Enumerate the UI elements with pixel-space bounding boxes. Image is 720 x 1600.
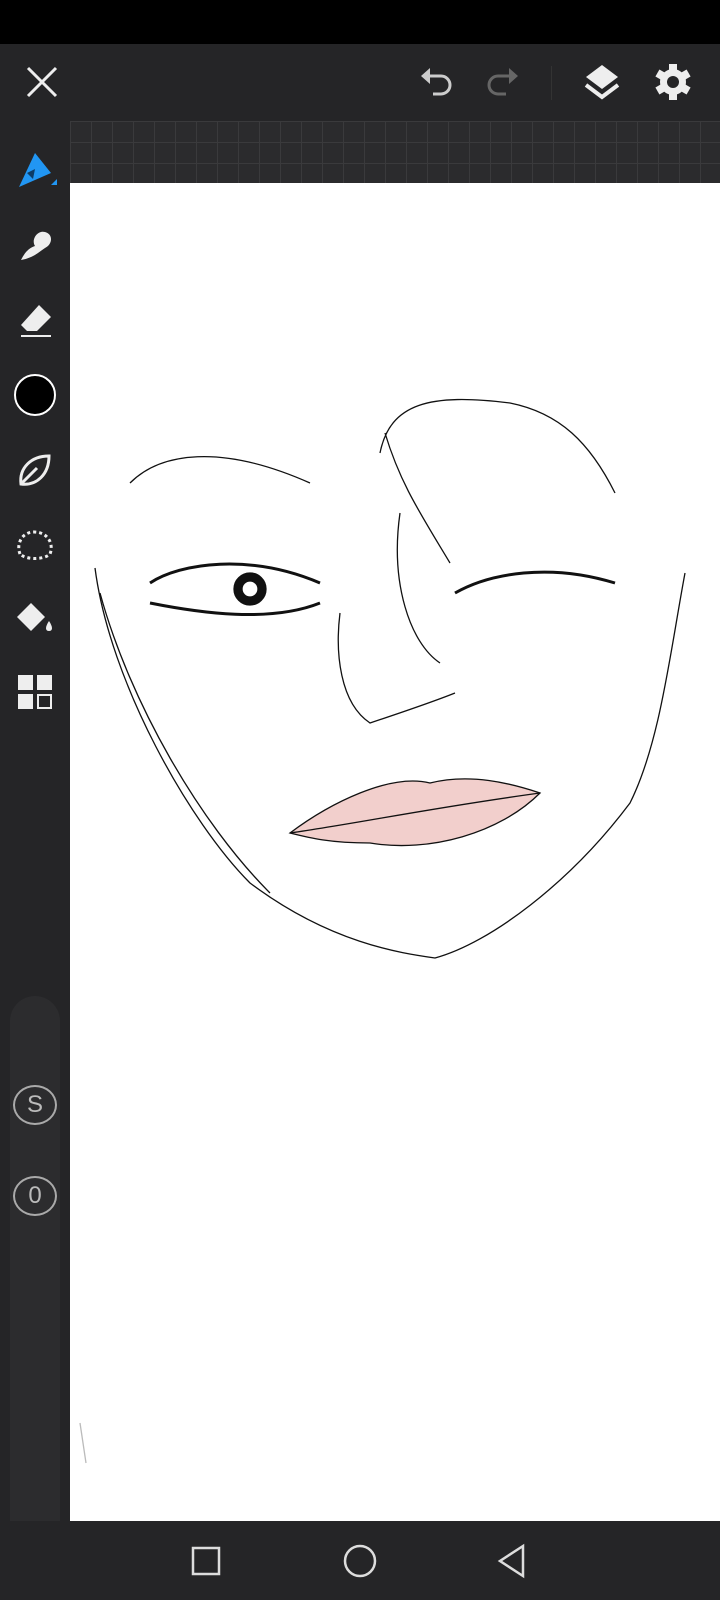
selection-icon xyxy=(17,530,53,560)
top-toolbar xyxy=(0,44,720,121)
toolbar-divider xyxy=(551,66,552,100)
tool-brush[interactable] xyxy=(10,146,60,196)
square-icon xyxy=(191,1546,221,1576)
redo-icon xyxy=(487,68,518,96)
smudge-icon xyxy=(21,231,51,260)
redo-button[interactable] xyxy=(481,62,521,102)
leaf-icon xyxy=(19,454,51,486)
close-icon xyxy=(26,66,58,98)
back-triangle-icon xyxy=(497,1543,525,1579)
undo-button[interactable] xyxy=(418,62,458,102)
gear-icon xyxy=(655,64,691,100)
brush-slider-track[interactable] xyxy=(10,996,60,1546)
home-button[interactable] xyxy=(338,1539,382,1583)
tool-color[interactable] xyxy=(10,370,60,420)
eraser-icon xyxy=(21,305,51,337)
face-sketch xyxy=(79,398,686,1464)
layers-button[interactable] xyxy=(582,62,622,102)
opacity-label: 0 xyxy=(28,1182,42,1209)
drawing-canvas[interactable] xyxy=(70,183,720,1521)
recents-button[interactable] xyxy=(184,1539,228,1583)
close-button[interactable] xyxy=(22,62,62,102)
tool-selection[interactable] xyxy=(10,519,60,569)
tool-apps[interactable] xyxy=(10,667,60,717)
tool-eraser[interactable] xyxy=(10,296,60,346)
undo-icon xyxy=(421,68,452,96)
size-button[interactable]: S xyxy=(13,1085,57,1125)
tool-smudge[interactable] xyxy=(10,221,60,271)
size-label: S xyxy=(26,1091,43,1118)
current-color-swatch xyxy=(14,374,56,416)
fill-bucket-icon xyxy=(17,603,52,631)
tool-fill[interactable] xyxy=(10,593,60,643)
layers-icon xyxy=(584,65,620,100)
back-button[interactable] xyxy=(490,1539,534,1583)
brush-icon xyxy=(19,153,57,187)
circle-icon xyxy=(343,1544,377,1578)
canvas-background-grid xyxy=(70,121,720,183)
tool-lasso[interactable] xyxy=(10,445,60,495)
system-nav-bar xyxy=(0,1521,720,1600)
settings-button[interactable] xyxy=(653,62,693,102)
status-bar xyxy=(0,0,720,44)
apps-grid-icon xyxy=(18,675,52,709)
opacity-button[interactable]: 0 xyxy=(13,1176,57,1216)
tool-sidebar: S 0 xyxy=(0,121,70,1546)
